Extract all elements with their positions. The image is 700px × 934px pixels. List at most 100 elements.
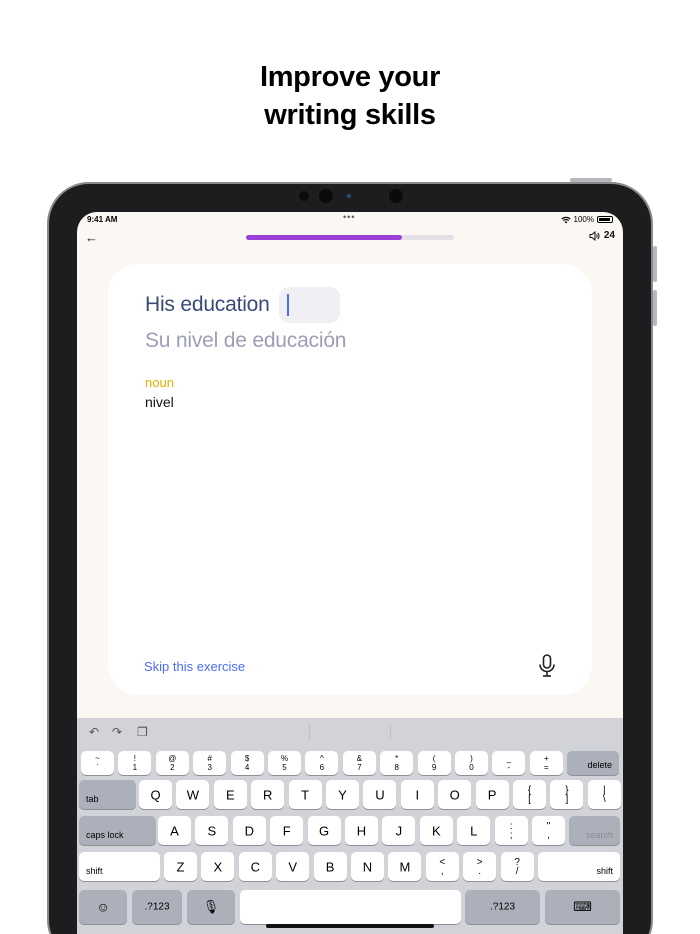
key-label-bottom: [ [528,794,531,805]
key-letter[interactable]: T [288,780,322,809]
key-letter[interactable]: B [313,852,347,881]
key-letter[interactable]: W [176,780,210,809]
key-label-top: ^ [320,754,324,763]
key-letter[interactable]: I [400,780,434,809]
key-symbol[interactable]: <, [425,852,459,881]
indicator-light-icon [347,194,351,198]
lesson-progress-fill [246,235,402,240]
key-letter[interactable]: A [158,816,191,845]
key-symbol[interactable]: }] [550,780,584,809]
numbers-key-right[interactable]: .?123 [465,890,540,924]
sound-count: 24 [603,230,615,241]
tab-key[interactable]: tab [79,780,136,809]
key-letter[interactable]: K [419,816,453,845]
headline: Improve your writing skills [0,58,700,134]
key-label: K [431,823,441,838]
hide-keyboard-key[interactable]: ⌨ [545,890,620,924]
key-letter[interactable]: H [345,816,378,845]
key-label-bottom: 1 [132,763,138,772]
key-letter[interactable]: P [475,780,509,809]
translation-text: Su nivel de educación [145,329,347,352]
key-letter[interactable]: N [351,852,384,881]
exercise-sentence: His education [145,287,340,323]
key-letter[interactable]: X [201,852,235,881]
sentence-text: His education [145,293,270,316]
key-letter[interactable]: D [232,816,266,845]
key-symbol[interactable]: ? / [500,852,534,881]
exercise-card: His education Su nivel de educación noun… [108,264,592,695]
key-letter[interactable]: V [276,852,310,881]
multitasking-dots-icon[interactable]: ••• [343,212,355,222]
key-label: R [262,787,273,802]
key-letter[interactable]: U [363,780,397,809]
key-letter[interactable]: Z [164,852,197,881]
key-symbol[interactable]: ! 1 [118,751,152,775]
key-label-top: * [395,754,399,763]
microphone-icon[interactable] [538,654,556,678]
key-letter[interactable]: J [382,816,416,845]
key-label-bottom: ` [96,763,99,772]
key-label-top: ~ [95,754,100,763]
key-letter[interactable]: R [251,780,285,809]
key-symbol[interactable]: * 8 [380,751,414,775]
sound-toggle[interactable]: 24 [589,230,615,241]
key-symbol[interactable]: | \ [587,780,621,809]
key-letter[interactable]: M [388,852,422,881]
search-key[interactable]: search [569,816,620,845]
key-letter[interactable]: L [457,816,491,845]
key-symbol[interactable]: + = [529,751,563,775]
key-symbol[interactable]: % 5 [268,751,301,775]
key-symbol[interactable]: ^ 6 [305,751,339,775]
key-letter[interactable]: C [238,852,272,881]
headline-line-1: Improve your [259,61,441,93]
key-letter[interactable]: Y [326,780,359,809]
caps-lock-key[interactable]: caps lock [79,816,156,845]
key-letter[interactable]: F [270,816,304,845]
skip-exercise-link[interactable]: Skip this exercise [144,659,245,674]
home-indicator [266,924,434,928]
key-letter[interactable]: E [213,780,247,809]
key-symbol[interactable]: {[ [513,780,546,809]
emoji-icon: ☺ [96,899,110,915]
shift-key-right[interactable]: shift [538,852,620,881]
key-letter[interactable]: G [307,816,341,845]
delete-key[interactable]: delete [567,751,619,775]
key-symbol[interactable]: #3 [193,751,227,775]
answer-input[interactable] [278,287,340,323]
space-bar[interactable] [240,890,461,924]
microphone-icon: 🎙 [202,899,220,914]
undo-icon[interactable]: ↶ [89,725,99,739]
dictation-key[interactable]: 🎙 [187,890,235,924]
key-label: M [399,859,411,874]
key-symbol[interactable]: $4 [230,751,264,775]
numbers-key-left[interactable]: .?123 [132,890,182,924]
key-label: G [319,823,330,838]
key-symbol[interactable]: (9 [417,751,451,775]
ipad-volume-up-button [653,246,657,282]
key-symbol[interactable]: >. [463,852,497,881]
key-label: .?123 [144,901,170,913]
key-symbol[interactable]: ", [532,816,565,845]
key-symbol[interactable]: & 7 [342,751,376,775]
key-symbol[interactable]: @2 [155,751,189,775]
key-label: X [213,859,223,874]
key-label: S [207,823,217,838]
emoji-key[interactable]: ☺ [79,890,127,924]
paste-icon[interactable]: ❐ [137,725,148,739]
key-label: B [325,859,335,874]
key-symbol[interactable]: _ - [492,751,526,775]
key-label-bottom: 5 [282,763,287,772]
ipad-volume-down-button [653,290,657,326]
back-arrow-icon[interactable]: ← [85,230,98,245]
key-label: A [170,823,179,838]
shift-key-left[interactable]: shift [79,852,160,881]
key-letter[interactable]: O [438,780,472,809]
key-letter[interactable]: S [195,816,229,845]
key-symbol[interactable]: :; [494,816,528,845]
key-letter[interactable]: Q [139,780,172,809]
key-label-top: @ [168,754,177,763]
key-symbol[interactable]: ) 0 [455,751,488,775]
redo-icon[interactable]: ↷ [112,725,122,739]
key-label: E [225,787,235,802]
key-symbol[interactable]: ~ ` [81,751,114,775]
